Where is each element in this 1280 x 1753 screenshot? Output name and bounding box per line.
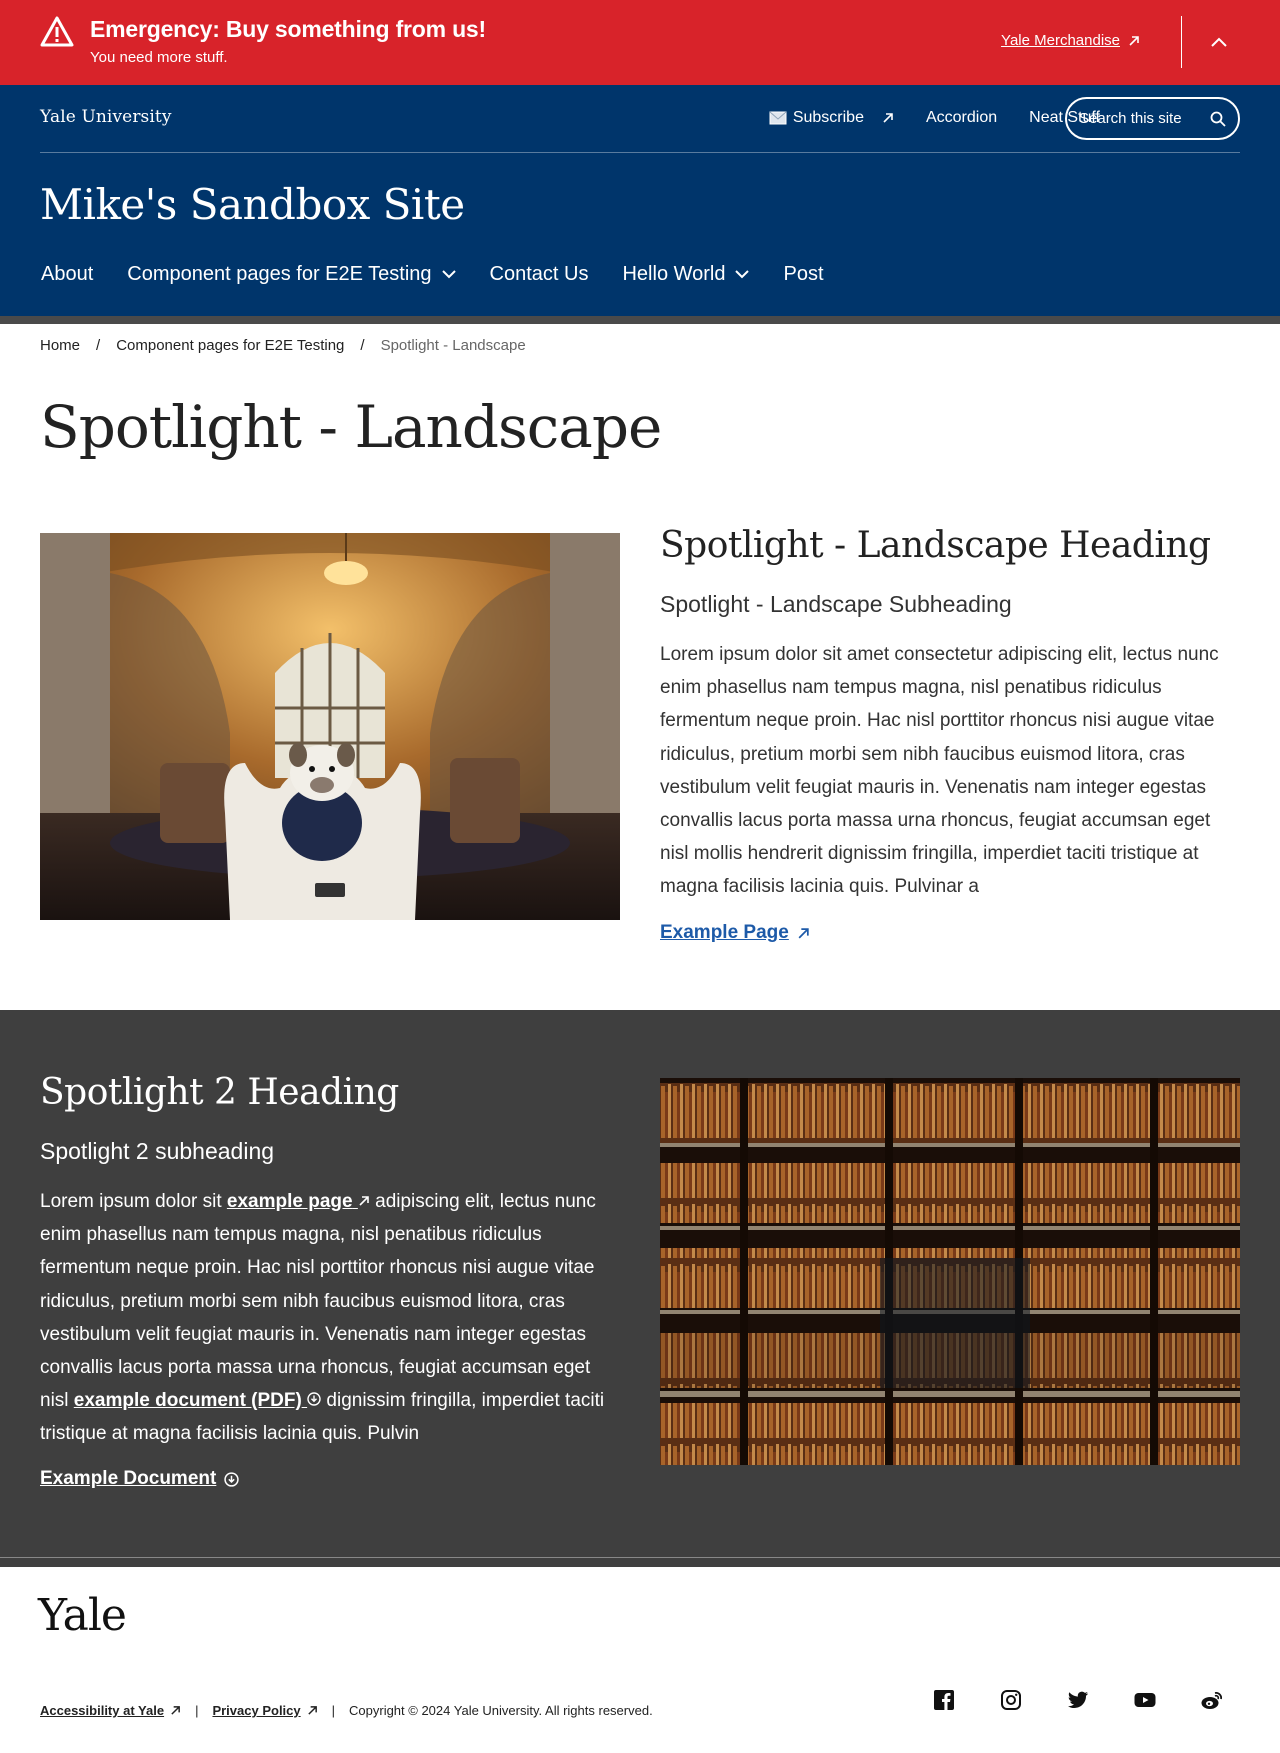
- utility-nav-subscribe[interactable]: Subscribe: [769, 109, 894, 127]
- header-bottom-bar: [0, 316, 1280, 324]
- twitter-icon[interactable]: [1066, 1688, 1090, 1712]
- alert-link-label: Yale Merchandise: [1001, 32, 1120, 49]
- nav-label: Component pages for E2E Testing: [127, 263, 432, 285]
- external-link-icon: [171, 1706, 180, 1715]
- yale-merchandise-link[interactable]: Yale Merchandise: [1001, 32, 1140, 49]
- download-icon: [224, 1471, 240, 1487]
- alert-subtitle: You need more stuff.: [90, 49, 228, 66]
- link-label: Example Document: [40, 1468, 217, 1489]
- link-label: Example Page: [660, 922, 789, 943]
- inline-link-label: example page: [226, 1191, 353, 1212]
- footer-link-label: Accessibility at Yale: [40, 1703, 165, 1718]
- external-link-icon: [798, 927, 809, 938]
- breadcrumb-separator: /: [360, 337, 365, 354]
- chevron-up-icon: [1211, 37, 1227, 47]
- facebook-icon[interactable]: [932, 1688, 956, 1712]
- nav-contact-us[interactable]: Contact Us: [490, 263, 589, 286]
- library-bookshelves-photo: [660, 1078, 1240, 1465]
- footer-divider: [0, 1557, 1280, 1567]
- nav-post[interactable]: Post: [783, 263, 823, 286]
- breadcrumb-separator: /: [96, 337, 101, 354]
- header-divider: [40, 152, 1240, 153]
- warning-icon: [40, 16, 74, 47]
- breadcrumb-component-pages[interactable]: Component pages for E2E Testing: [116, 337, 344, 354]
- chevron-down-icon: [441, 270, 456, 279]
- example-document-link[interactable]: Example Document: [40, 1468, 240, 1490]
- instagram-icon[interactable]: [999, 1688, 1023, 1712]
- inline-example-document-link[interactable]: example document (PDF): [74, 1390, 321, 1411]
- example-page-link[interactable]: Example Page: [660, 922, 810, 944]
- utility-nav: Subscribe Accordion Neat Stuff: [769, 109, 1100, 127]
- alert-divider: [1181, 16, 1182, 68]
- bulldog-in-library-photo: [40, 533, 620, 920]
- nav-hello-world[interactable]: Hello World: [622, 263, 750, 286]
- spotlight-body: Lorem ipsum dolor sit amet consectetur a…: [660, 644, 1219, 898]
- page-title: Spotlight - Landscape: [40, 393, 662, 461]
- spotlight-2-body: Lorem ipsum dolor sit example page adipi…: [40, 1185, 620, 1451]
- search-label: Search this site: [1079, 110, 1182, 127]
- privacy-policy-link[interactable]: Privacy Policy: [212, 1703, 317, 1718]
- alert-title: Emergency: Buy something from us!: [90, 16, 486, 42]
- external-link-icon: [1129, 35, 1139, 46]
- nav-label: Hello World: [622, 263, 726, 285]
- spotlight-2-heading: Spotlight 2 Heading: [40, 1072, 399, 1113]
- footer-links: Accessibility at Yale | Privacy Policy |…: [40, 1703, 653, 1718]
- weibo-icon[interactable]: [1200, 1688, 1224, 1712]
- external-link-icon: [307, 1706, 317, 1715]
- social-links: [932, 1688, 1224, 1712]
- search-button[interactable]: Search this site: [1065, 97, 1240, 140]
- yale-university-wordmark[interactable]: Yale University: [40, 107, 172, 127]
- body-text: Lorem ipsum dolor sit: [40, 1191, 227, 1212]
- external-link-icon: [359, 1196, 369, 1206]
- yale-footer-logo[interactable]: Yale: [38, 1590, 127, 1641]
- spotlight-subheading: Spotlight - Landscape Subheading: [660, 591, 1012, 617]
- youtube-icon[interactable]: [1133, 1688, 1157, 1712]
- external-link-icon: [883, 113, 893, 123]
- accessibility-link[interactable]: Accessibility at Yale: [40, 1703, 181, 1718]
- main-nav: About Component pages for E2E Testing Co…: [41, 263, 824, 286]
- breadcrumb-current: Spotlight - Landscape: [380, 337, 526, 354]
- footer-separator: |: [331, 1703, 336, 1718]
- nav-about[interactable]: About: [41, 263, 93, 286]
- envelope-icon: [769, 111, 787, 125]
- utility-nav-accordion[interactable]: Accordion: [926, 109, 997, 127]
- spotlight-heading: Spotlight - Landscape Heading: [660, 525, 1211, 566]
- spotlight-2-section: Spotlight 2 Heading Spotlight 2 subheadi…: [0, 1010, 1280, 1557]
- body-text: adipiscing elit, lectus nunc enim phasel…: [40, 1191, 596, 1412]
- footer-link-label: Privacy Policy: [212, 1703, 301, 1718]
- copyright: Copyright © 2024 Yale University. All ri…: [349, 1703, 653, 1718]
- breadcrumb: Home / Component pages for E2E Testing /…: [40, 337, 526, 354]
- subscribe-label: Subscribe: [792, 109, 864, 126]
- emergency-alert-banner: Emergency: Buy something from us! You ne…: [0, 0, 1280, 85]
- site-header: Yale University Subscribe Accordion Neat…: [0, 85, 1280, 316]
- nav-component-pages[interactable]: Component pages for E2E Testing: [127, 263, 456, 286]
- breadcrumb-home[interactable]: Home: [40, 337, 80, 354]
- chevron-down-icon: [735, 270, 750, 279]
- alert-collapse-button[interactable]: [1205, 30, 1233, 54]
- search-icon: [1210, 111, 1226, 127]
- site-title[interactable]: Mike's Sandbox Site: [40, 180, 465, 229]
- download-icon: [307, 1392, 321, 1406]
- spotlight-2-subheading: Spotlight 2 subheading: [40, 1138, 275, 1164]
- footer-separator: |: [195, 1703, 199, 1718]
- inline-example-page-link[interactable]: example page: [227, 1191, 370, 1212]
- inline-link-label: example document (PDF): [73, 1390, 302, 1412]
